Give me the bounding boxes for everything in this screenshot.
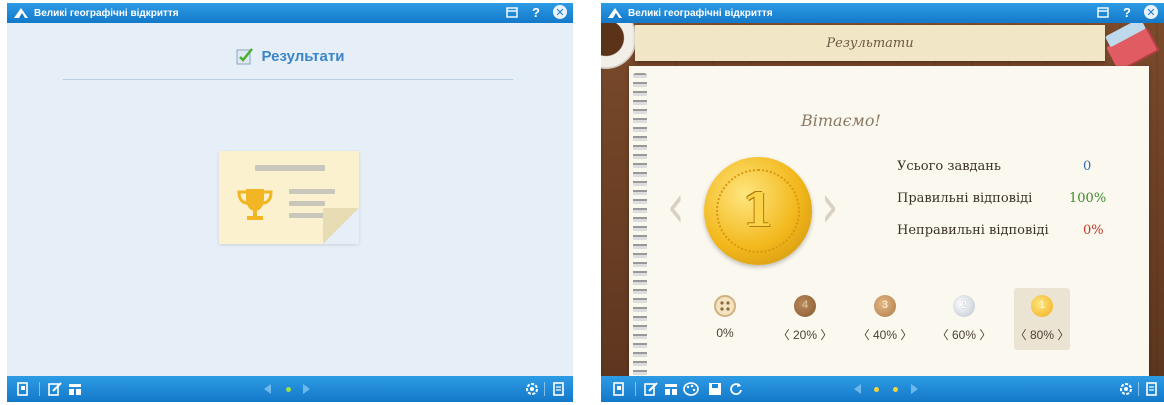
silver-medal-icon[interactable]: 2 — [953, 295, 975, 317]
title-bar: Великі географічні відкриття ? ✕ — [601, 3, 1164, 23]
results-title: Результати — [261, 47, 345, 65]
edit-task-icon[interactable] — [643, 381, 659, 397]
total-tasks-value: 0 — [1083, 159, 1092, 174]
left-app-window: Великі географічні відкриття ? ✕ Результ… — [7, 3, 573, 402]
results-card — [219, 151, 359, 244]
next-page-icon[interactable] — [911, 384, 918, 394]
palette-icon[interactable] — [683, 381, 699, 397]
big-gold-medal: 1 — [704, 157, 812, 265]
bottom-toolbar — [7, 376, 573, 402]
layout-icon[interactable] — [67, 381, 83, 397]
medal-label-20: 〈 20% 〉 — [777, 328, 833, 342]
results-header-paper: Результати — [635, 25, 1105, 61]
results-header: Результати — [7, 47, 573, 65]
gold-medal-icon[interactable]: 1 — [1031, 295, 1053, 317]
results-title: Результати — [826, 35, 914, 51]
notebook-icon[interactable] — [1143, 381, 1159, 397]
medal-label-80: 〈 80% 〉 — [1014, 328, 1070, 342]
exit-icon[interactable] — [611, 381, 627, 397]
next-page-icon[interactable] — [303, 384, 310, 394]
prev-page-icon[interactable] — [264, 384, 271, 394]
bronze-bitten-medal-icon[interactable]: 4 — [794, 295, 816, 317]
big-medal-number: 1 — [741, 183, 774, 237]
app-title: Великі географічні відкриття — [628, 7, 773, 19]
close-icon[interactable]: ✕ — [553, 5, 567, 19]
title-bar: Великі географічні відкриття ? ✕ — [7, 3, 573, 23]
correct-answers-value: 100% — [1069, 191, 1107, 206]
notebook-icon[interactable] — [550, 381, 566, 397]
greeting-text: Вітаємо! — [801, 111, 881, 130]
help-icon[interactable]: ? — [1120, 5, 1134, 20]
medal-label-40: 〈 40% 〉 — [857, 328, 913, 342]
button-medal-icon[interactable] — [714, 295, 736, 317]
trophy-icon — [237, 189, 273, 220]
total-tasks-label: Усього завдань — [897, 159, 1002, 174]
layout-icon[interactable] — [663, 381, 679, 397]
settings-gear-icon[interactable] — [1118, 381, 1134, 397]
divider — [63, 79, 513, 80]
notebook-spiral — [633, 73, 647, 377]
incorrect-answers-value: 0% — [1083, 223, 1104, 238]
bottom-toolbar — [601, 376, 1164, 402]
window-icon[interactable] — [1096, 5, 1110, 19]
correct-answers-label: Правильні відповіді — [897, 191, 1033, 206]
checklist-icon — [236, 48, 253, 65]
prev-medal-icon[interactable]: ‹ — [667, 171, 685, 242]
reload-icon[interactable] — [728, 381, 744, 397]
app-logo-icon — [14, 8, 28, 18]
settings-gear-icon[interactable] — [524, 381, 540, 397]
incorrect-answers-label: Неправильні відповіді — [897, 223, 1049, 238]
bronze-medal-icon[interactable]: 3 — [874, 295, 896, 317]
app-title: Великі географічні відкриття — [34, 7, 179, 19]
window-icon[interactable] — [505, 5, 519, 19]
save-icon[interactable] — [707, 381, 723, 397]
edit-task-icon[interactable] — [47, 381, 63, 397]
close-icon[interactable]: ✕ — [1144, 5, 1158, 19]
prev-page-icon[interactable] — [854, 384, 861, 394]
page-dot-1[interactable] — [874, 387, 879, 392]
next-medal-icon[interactable]: › — [821, 171, 839, 242]
exit-icon[interactable] — [15, 381, 31, 397]
page-dot-2[interactable] — [893, 387, 898, 392]
page-dot-active[interactable] — [286, 387, 291, 392]
medal-label-60: 〈 60% 〉 — [936, 328, 992, 342]
app-logo-icon — [608, 8, 622, 18]
medal-label-0: 0% — [716, 326, 734, 340]
right-app-window: Великі географічні відкриття ? ✕ Результ… — [601, 3, 1164, 402]
help-icon[interactable]: ? — [529, 5, 543, 20]
